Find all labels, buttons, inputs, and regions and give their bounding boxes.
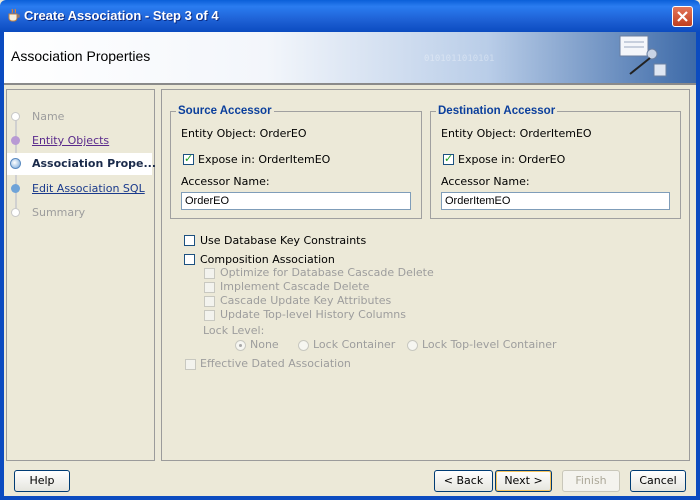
window-frame-bottom bbox=[0, 496, 700, 500]
next-button[interactable]: Next > bbox=[495, 470, 552, 492]
step-marker-icon bbox=[11, 136, 20, 145]
source-expose-label: Expose in: OrderItemEO bbox=[198, 153, 331, 166]
header-watermark: 0101011010101 bbox=[424, 54, 495, 64]
implement-cascade-checkbox[interactable] bbox=[204, 282, 215, 293]
window-frame-left bbox=[0, 32, 4, 500]
implement-cascade-label: Implement Cascade Delete bbox=[220, 280, 370, 293]
effective-dated-label: Effective Dated Association bbox=[200, 357, 351, 370]
destination-accessor-name-input[interactable] bbox=[441, 192, 670, 210]
close-button[interactable] bbox=[672, 6, 693, 27]
lock-none-label: None bbox=[250, 338, 279, 351]
optimize-cascade-label: Optimize for Database Cascade Delete bbox=[220, 266, 434, 279]
use-db-key-checkbox[interactable] bbox=[184, 235, 195, 246]
page-title: Association Properties bbox=[11, 48, 151, 64]
title-bar[interactable]: Create Association - Step 3 of 4 bbox=[0, 0, 700, 32]
wizard-graphic-icon bbox=[619, 35, 667, 77]
nav-step-association-properties[interactable]: Association Prope... bbox=[32, 157, 156, 170]
cascade-update-label: Cascade Update Key Attributes bbox=[220, 294, 392, 307]
source-accessor-name-input[interactable] bbox=[181, 192, 411, 210]
cascade-update-checkbox[interactable] bbox=[204, 296, 215, 307]
window-frame-right bbox=[696, 32, 700, 500]
close-icon bbox=[677, 11, 688, 22]
source-accessor-title: Source Accessor bbox=[176, 105, 274, 117]
update-history-label: Update Top-level History Columns bbox=[220, 308, 407, 321]
lock-level-label: Lock Level: bbox=[203, 324, 265, 337]
effective-dated-checkbox[interactable] bbox=[185, 359, 196, 370]
finish-button[interactable]: Finish bbox=[562, 470, 620, 492]
back-button[interactable]: < Back bbox=[434, 470, 493, 492]
cancel-button[interactable]: Cancel bbox=[630, 470, 686, 492]
destination-accessor-title: Destination Accessor bbox=[436, 105, 558, 117]
window-title: Create Association - Step 3 of 4 bbox=[24, 8, 219, 23]
coffee-cup-icon bbox=[8, 8, 20, 22]
source-accessor-name-label: Accessor Name: bbox=[181, 175, 270, 188]
source-entity-object: Entity Object: OrderEO bbox=[181, 127, 307, 140]
step-marker-icon bbox=[11, 208, 20, 217]
optimize-cascade-checkbox[interactable] bbox=[204, 268, 215, 279]
help-button[interactable]: Help bbox=[14, 470, 70, 492]
wizard-header: Association Properties 0101011010101 bbox=[4, 32, 696, 83]
lock-container-label: Lock Container bbox=[313, 338, 396, 351]
composition-checkbox[interactable] bbox=[184, 254, 195, 265]
nav-step-edit-association-sql[interactable]: Edit Association SQL bbox=[32, 182, 145, 195]
use-db-key-label: Use Database Key Constraints bbox=[200, 234, 367, 247]
nav-step-name: Name bbox=[32, 110, 65, 123]
lock-container-radio[interactable] bbox=[298, 340, 309, 351]
source-expose-checkbox[interactable] bbox=[183, 152, 194, 165]
nav-step-summary: Summary bbox=[32, 206, 86, 219]
nav-step-entity-objects[interactable]: Entity Objects bbox=[32, 134, 109, 147]
header-divider bbox=[4, 83, 696, 85]
step-marker-icon bbox=[11, 184, 20, 193]
destination-accessor-name-label: Accessor Name: bbox=[441, 175, 530, 188]
lock-none-radio[interactable] bbox=[235, 340, 246, 351]
current-step-icon bbox=[10, 158, 21, 169]
step-marker-icon bbox=[11, 112, 20, 121]
lock-top-level-label: Lock Top-level Container bbox=[422, 338, 557, 351]
lock-top-level-radio[interactable] bbox=[407, 340, 418, 351]
composition-label: Composition Association bbox=[200, 253, 335, 266]
destination-expose-label: Expose in: OrderEO bbox=[458, 153, 566, 166]
destination-entity-object: Entity Object: OrderItemEO bbox=[441, 127, 592, 140]
update-history-checkbox[interactable] bbox=[204, 310, 215, 321]
destination-expose-checkbox[interactable] bbox=[443, 152, 454, 165]
